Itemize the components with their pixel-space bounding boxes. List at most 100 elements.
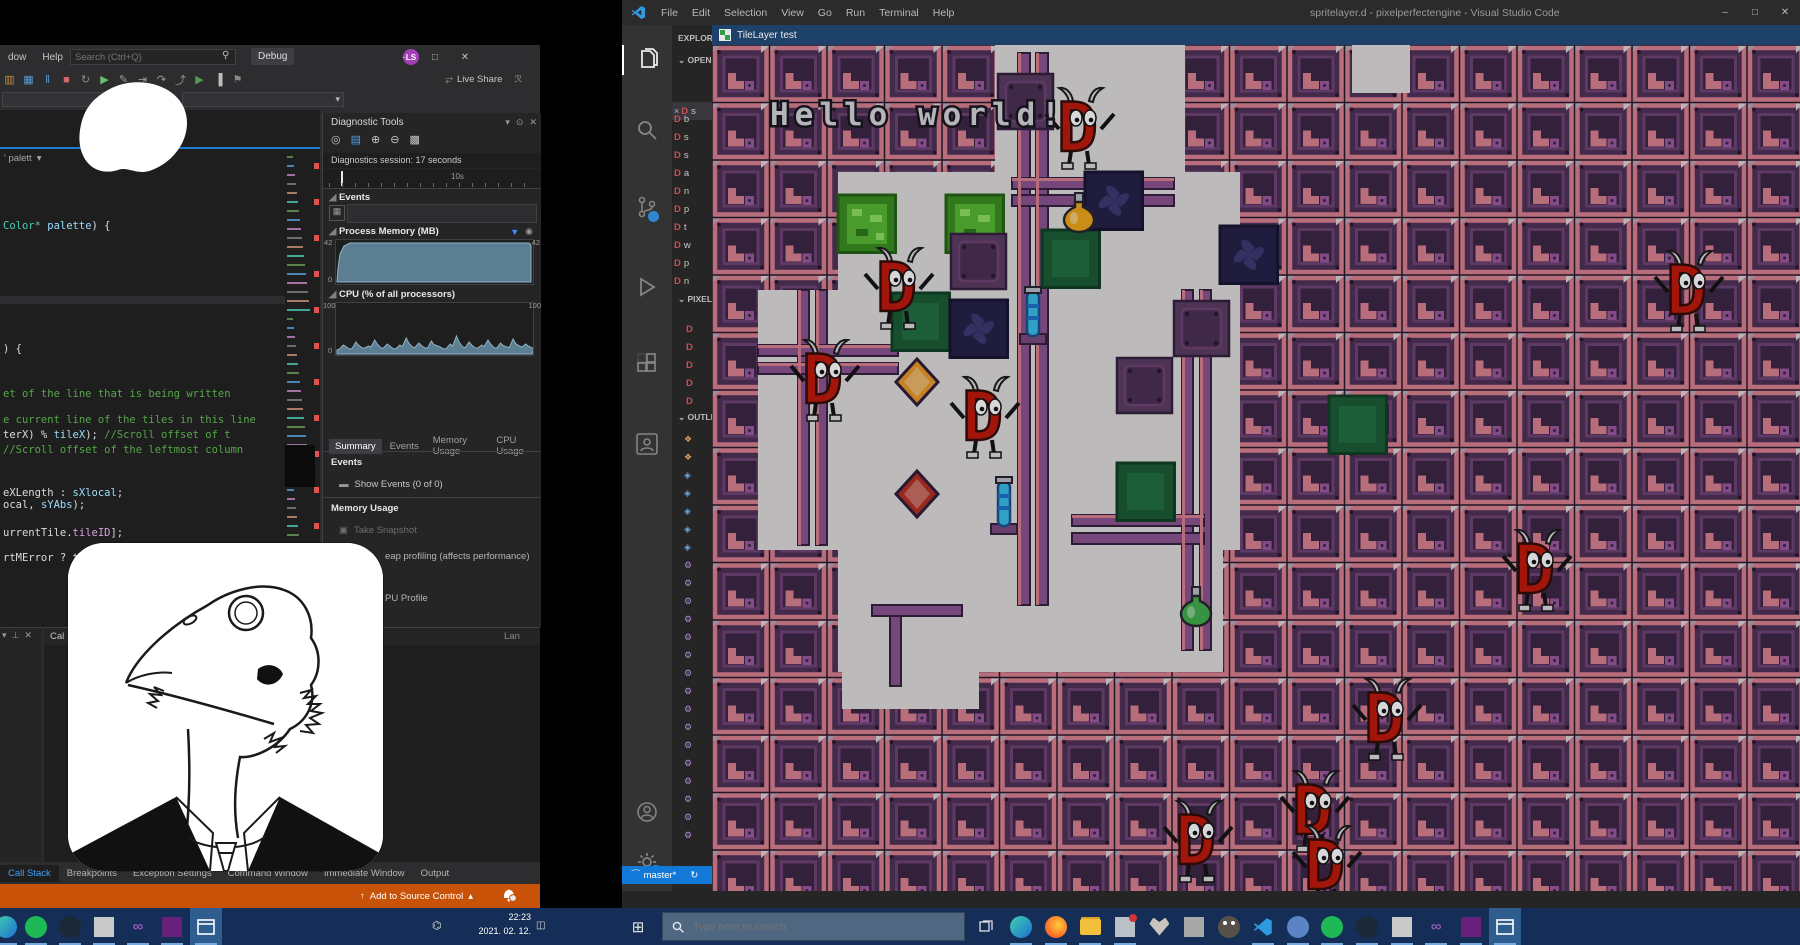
open-editors-header[interactable]: ⌄ OPEN EDITORS bbox=[678, 55, 712, 66]
outline-symbol-item[interactable]: ⚙ bbox=[672, 826, 712, 844]
taskbar-app-sphere[interactable] bbox=[1282, 908, 1314, 945]
tray-notification-icon[interactable]: ◫ bbox=[536, 920, 545, 931]
panel-tab[interactable]: Call Stack bbox=[0, 865, 59, 882]
outline-symbol-item[interactable]: ⚙ bbox=[672, 646, 712, 664]
outline-symbol-item[interactable]: ⚙ bbox=[672, 736, 712, 754]
taskbar-app-grey-tool[interactable] bbox=[1178, 908, 1210, 945]
flag-icon[interactable]: ⚑ bbox=[228, 73, 247, 86]
report-icon[interactable]: ▩ bbox=[409, 133, 419, 146]
folder-section-header[interactable]: ⌄ PIXELPE bbox=[678, 294, 712, 305]
outline-symbol-item[interactable]: ⚙ bbox=[672, 574, 712, 592]
memory-section-header[interactable]: ◢ Process Memory (MB) bbox=[329, 226, 439, 237]
outline-symbol-item[interactable]: ⚙ bbox=[672, 790, 712, 808]
outline-symbol-item[interactable]: ⚙ bbox=[672, 772, 712, 790]
outline-symbol-item[interactable]: ❖ bbox=[672, 430, 712, 448]
show-events-link[interactable]: ▬ Show Events (0 of 0) bbox=[339, 479, 443, 490]
outline-symbol-item[interactable]: ◈ bbox=[672, 502, 712, 520]
taskbar-app-visual-studio[interactable]: ∞ bbox=[122, 908, 154, 945]
taskbar-app-owl[interactable] bbox=[1213, 908, 1245, 945]
open-editor-item[interactable]: Db bbox=[672, 110, 712, 128]
cpu-section-header[interactable]: ◢ CPU (% of all processors) bbox=[329, 289, 455, 300]
stop-icon[interactable]: ■ bbox=[57, 74, 76, 86]
take-snapshot-button[interactable]: ▣ Take Snapshot bbox=[339, 525, 417, 536]
taskbar-app-spotify[interactable] bbox=[20, 908, 52, 945]
outline-symbol-item[interactable]: ⚙ bbox=[672, 754, 712, 772]
vs-menu-item[interactable]: dow bbox=[0, 45, 34, 69]
run-debug-icon[interactable] bbox=[635, 275, 659, 304]
taskbar-app-gimp[interactable] bbox=[1143, 908, 1175, 945]
language-column-header[interactable]: Lan bbox=[504, 631, 520, 642]
vscode-menu-item[interactable]: Run bbox=[839, 1, 872, 25]
close-icon[interactable]: ✕ bbox=[529, 117, 537, 128]
project-file-item[interactable]: D bbox=[672, 356, 712, 374]
vscode-menu-item[interactable]: Help bbox=[926, 1, 962, 25]
chevron-down-icon[interactable]: ▾ bbox=[2, 630, 7, 641]
vscode-menu-item[interactable]: Go bbox=[811, 1, 839, 25]
outline-symbol-item[interactable]: ◈ bbox=[672, 520, 712, 538]
open-editor-item[interactable]: Dn bbox=[672, 182, 712, 200]
minimize-icon[interactable]: – bbox=[390, 45, 420, 69]
vscode-menu-item[interactable]: Edit bbox=[685, 1, 717, 25]
windows-icon[interactable]: ▦ bbox=[19, 73, 38, 86]
outline-symbol-item[interactable]: ⚙ bbox=[672, 808, 712, 826]
taskbar-app-edge[interactable] bbox=[0, 908, 22, 945]
pin-icon[interactable]: ⊙ bbox=[516, 117, 524, 128]
task-view-button[interactable] bbox=[970, 908, 1002, 945]
outline-symbol-item[interactable]: ⚙ bbox=[672, 628, 712, 646]
zoom-out-icon[interactable]: ⊖ bbox=[390, 133, 399, 146]
tray-wrench-icon[interactable]: ⌬ bbox=[432, 919, 442, 932]
taskbar-app-active-window[interactable] bbox=[1489, 908, 1521, 945]
close-icon[interactable]: ✕ bbox=[450, 45, 480, 69]
outline-symbol-item[interactable]: ⚙ bbox=[672, 610, 712, 628]
git-branch-item[interactable]: ⁀ master* bbox=[632, 870, 676, 881]
maximize-icon[interactable]: □ bbox=[1740, 0, 1770, 24]
taskbar-app-active-window[interactable] bbox=[190, 908, 222, 945]
explorer-icon[interactable] bbox=[635, 48, 659, 77]
vscode-menu-item[interactable]: File bbox=[654, 1, 685, 25]
taskbar-app-firefox[interactable] bbox=[1040, 908, 1072, 945]
filter-icon[interactable]: ▼ bbox=[510, 227, 519, 237]
outline-symbol-item[interactable]: ⚙ bbox=[672, 682, 712, 700]
settings-icon[interactable]: ◎ bbox=[331, 133, 341, 146]
outline-symbol-item[interactable]: ◈ bbox=[672, 466, 712, 484]
outline-symbol-item[interactable]: ◈ bbox=[672, 538, 712, 556]
open-editor-item[interactable]: Dt bbox=[672, 218, 712, 236]
minimize-icon[interactable]: – bbox=[1710, 0, 1740, 24]
taskbar-app-spotify[interactable] bbox=[1316, 908, 1348, 945]
outline-symbol-item[interactable]: ⚙ bbox=[672, 718, 712, 736]
taskbar-app-purple[interactable] bbox=[156, 908, 188, 945]
vscode-menu-item[interactable]: View bbox=[774, 1, 811, 25]
export-icon[interactable]: ▤ bbox=[351, 133, 361, 146]
taskbar-app-steam[interactable] bbox=[1351, 908, 1383, 945]
vs-search-input[interactable] bbox=[70, 49, 236, 65]
diagnostics-tab[interactable]: CPU Usage bbox=[490, 433, 541, 459]
open-editor-item[interactable]: Ds bbox=[672, 146, 712, 164]
outline-symbol-item[interactable]: ◈ bbox=[672, 484, 712, 502]
outline-symbol-item[interactable]: ⚙ bbox=[672, 700, 712, 718]
pause-icon[interactable]: ‖ bbox=[38, 74, 57, 86]
timeline-ruler[interactable]: 10s bbox=[323, 169, 541, 189]
close-icon[interactable]: ✕ bbox=[24, 630, 32, 641]
outline-symbol-item[interactable]: ⚙ bbox=[672, 592, 712, 610]
taskbar-app-purple[interactable] bbox=[1455, 908, 1487, 945]
close-icon[interactable]: ✕ bbox=[1770, 0, 1800, 24]
project-file-item[interactable]: D bbox=[672, 392, 712, 410]
open-editor-item[interactable]: Dw bbox=[672, 236, 712, 254]
maximize-icon[interactable]: □ bbox=[420, 45, 450, 69]
panel-tab[interactable]: Output bbox=[413, 865, 458, 882]
project-file-item[interactable]: D bbox=[672, 374, 712, 392]
taskbar-app-steam[interactable] bbox=[54, 908, 86, 945]
game-titlebar[interactable]: TileLayer test bbox=[712, 25, 1800, 45]
remote-icon[interactable] bbox=[635, 432, 659, 461]
taskbar-app-file-explorer[interactable] bbox=[1074, 908, 1106, 945]
open-editor-item[interactable]: Dn bbox=[672, 272, 712, 290]
outline-symbol-item[interactable]: ⚙ bbox=[672, 556, 712, 574]
extensions-icon[interactable] bbox=[635, 352, 659, 381]
taskbar-app-edge[interactable] bbox=[1005, 908, 1037, 945]
notification-bell-icon[interactable] bbox=[501, 888, 517, 905]
taskbar-app-visual-studio[interactable]: ∞ bbox=[1420, 908, 1452, 945]
project-file-item[interactable]: D bbox=[672, 338, 712, 356]
new-file-icon[interactable]: ▥ bbox=[0, 73, 19, 86]
vs-menu-item[interactable]: Help bbox=[34, 45, 71, 69]
zoom-in-icon[interactable]: ⊕ bbox=[371, 133, 380, 146]
